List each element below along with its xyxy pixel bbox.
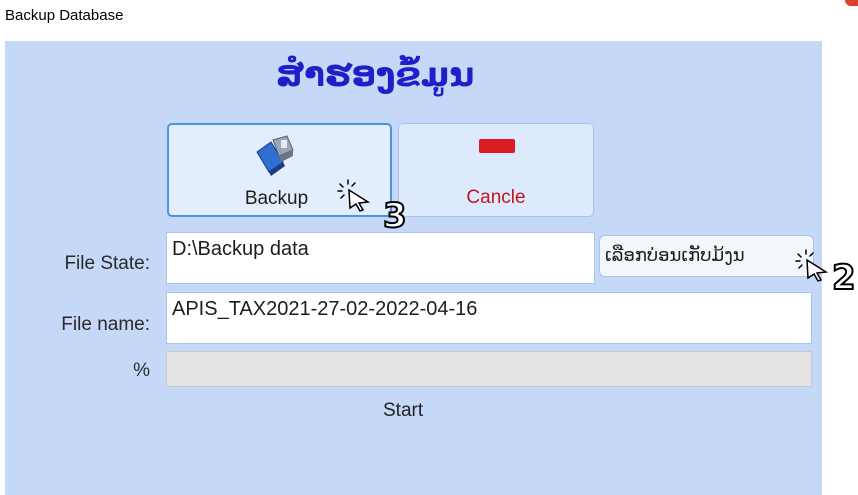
step-2-annotation: 2 — [831, 257, 857, 299]
file-state-field[interactable]: D:\Backup data — [166, 232, 595, 284]
file-name-label: File name: — [61, 314, 150, 335]
title-bar: Backup Database — [0, 0, 858, 34]
choose-folder-button[interactable]: ເລືອກບ່ອນເກັບມ້ງນ — [599, 235, 814, 277]
step-3-annotation: 3 — [382, 195, 408, 237]
click-cursor-icon — [337, 179, 371, 212]
click-cursor-icon — [795, 249, 829, 282]
progress-label: % — [133, 360, 150, 381]
window-title: Backup Database — [5, 7, 124, 24]
cancel-button[interactable]: Cancle — [398, 123, 594, 217]
status-text: Start — [383, 400, 424, 421]
file-state-label: File State: — [64, 253, 150, 274]
cancel-icon — [479, 139, 515, 153]
page-title: ສຳຮອງຂໍ້ມູນ — [276, 55, 475, 95]
window-corner-mark — [845, 0, 858, 6]
progress-bar — [166, 351, 812, 387]
file-name-field[interactable]: APIS_TAX2021-27-02-2022-04-16 — [166, 292, 812, 344]
database-backup-icon — [256, 135, 294, 176]
cancel-button-label: Cancle — [466, 187, 526, 208]
